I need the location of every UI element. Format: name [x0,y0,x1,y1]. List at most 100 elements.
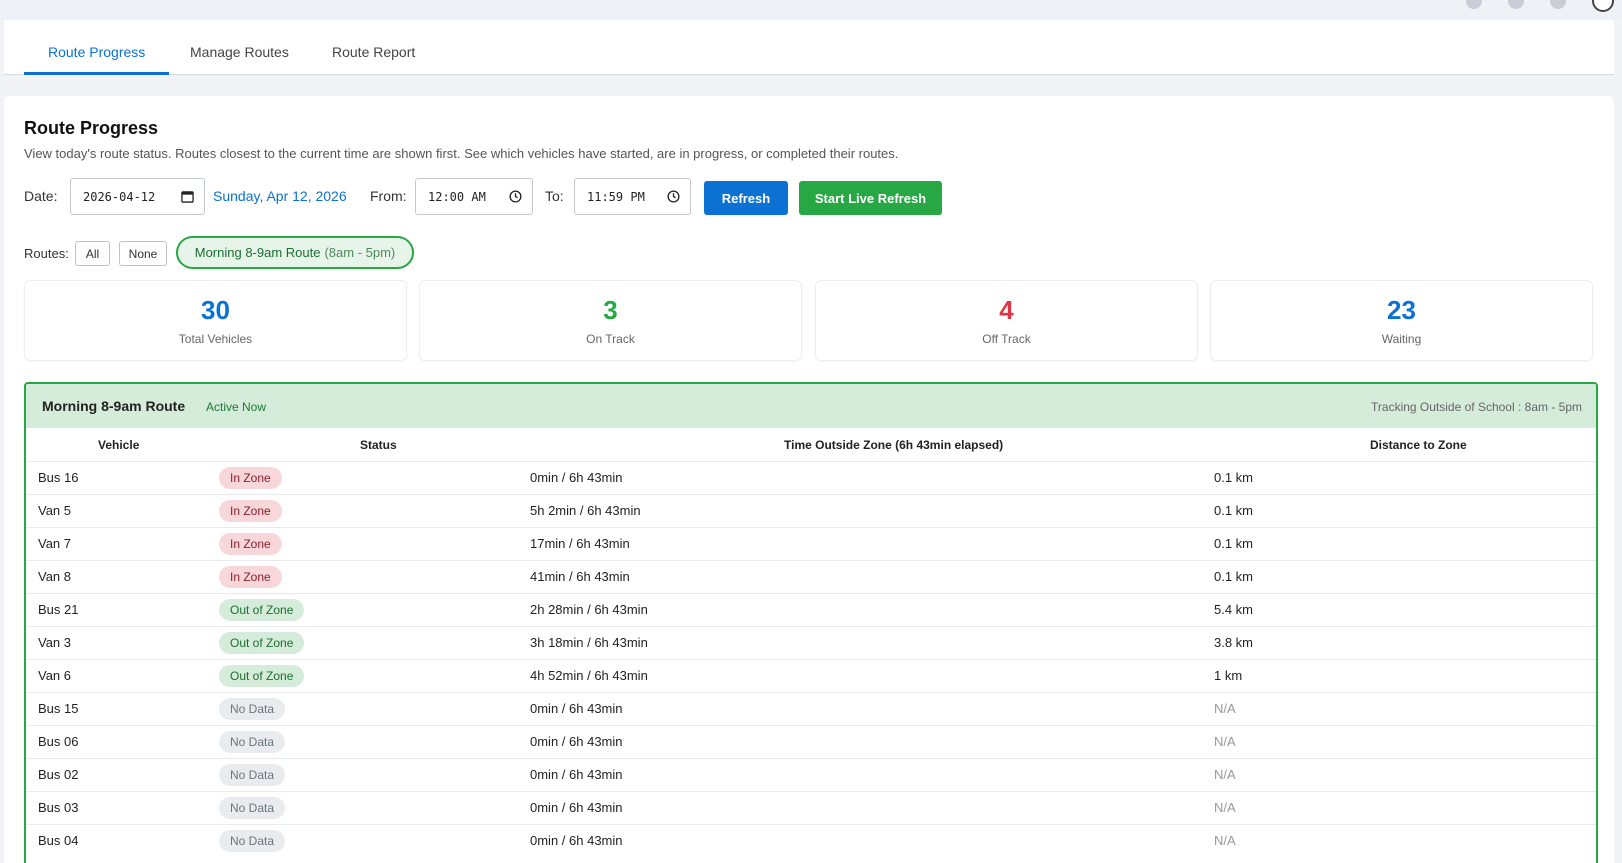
tab-bar: Route Progress Manage Routes Route Repor… [4,20,1614,75]
time-outside-zone: 41min / 6h 43min [530,569,630,584]
table-row: Bus 15 No Data 0min / 6h 43min N/A [26,692,1596,725]
notification-icon[interactable] [1466,0,1482,9]
stat-card-on-track: 3 On Track [419,280,802,361]
date-long-display: Sunday, Apr 12, 2026 [213,188,347,204]
time-outside-zone: 0min / 6h 43min [530,734,623,749]
start-live-refresh-button[interactable]: Start Live Refresh [799,181,942,215]
table-row: Bus 03 No Data 0min / 6h 43min N/A [26,791,1596,824]
stat-caption: Off Track [982,332,1031,346]
chat-icon[interactable] [1508,0,1524,9]
route-header: Morning 8-9am Route Active Now Tracking … [26,384,1596,428]
clock-icon[interactable] [667,190,680,203]
date-label: Date: [24,188,58,204]
time-outside-zone: 0min / 6h 43min [530,701,623,716]
settings-icon[interactable] [1550,0,1566,9]
table-header: Vehicle Status Time Outside Zone (6h 43m… [26,428,1596,461]
status-badge: No Data [219,764,286,786]
time-outside-zone: 2h 28min / 6h 43min [530,602,648,617]
route-progress-panel: Route Progress View today's route status… [4,96,1614,863]
vehicle-table-body: Bus 16 In Zone 0min / 6h 43min 0.1 km Van 5 I… [26,461,1596,857]
select-no-routes-button[interactable]: None [119,241,167,266]
status-badge: Out of Zone [219,599,305,621]
time-outside-zone: 3h 18min / 6h 43min [530,635,648,650]
column-header-time: Time Outside Zone (6h 43min elapsed) [784,438,1004,452]
status-badge: In Zone [219,500,282,522]
status-badge: No Data [219,830,286,852]
stat-caption: Total Vehicles [178,332,253,346]
stat-card-off-track: 4 Off Track [815,280,1198,361]
vehicle-name: Van 3 [38,635,72,650]
distance-to-zone: N/A [1214,800,1236,815]
column-header-status: Status [360,438,397,452]
table-row: Van 8 In Zone 41min / 6h 43min 0.1 km [26,560,1596,593]
refresh-button[interactable]: Refresh [704,181,788,215]
time-outside-zone: 0min / 6h 43min [530,833,623,848]
stat-caption: On Track [586,332,635,346]
route-tracking-window: Tracking Outside of School : 8am - 5pm [1371,400,1582,414]
tab-route-report[interactable]: Route Report [308,20,439,75]
route-status-label: Active Now [206,400,267,414]
time-outside-zone: 0min / 6h 43min [530,470,623,485]
tab-route-progress[interactable]: Route Progress [24,20,170,75]
from-label: From: [370,188,407,204]
time-outside-zone: 0min / 6h 43min [530,767,623,782]
to-time-value: 11:59 PM [587,189,645,204]
stat-value: 3 [603,295,618,325]
top-bar [0,0,1622,20]
column-header-vehicle: Vehicle [98,438,140,452]
vehicle-name: Bus 16 [38,470,79,485]
route-name: Morning 8-9am Route [42,398,186,414]
vehicle-name: Bus 15 [38,701,79,716]
distance-to-zone: 0.1 km [1214,536,1254,551]
vehicle-name: Van 7 [38,536,72,551]
route-filter-chip[interactable]: Morning 8-9am Route (8am - 5pm) [176,236,414,269]
date-input[interactable]: 2026-04-12 [70,178,205,215]
status-badge: No Data [219,797,286,819]
from-time-value: 12:00 AM [428,189,486,204]
table-row: Van 3 Out of Zone 3h 18min / 6h 43min 3.8 k… [26,626,1596,659]
distance-to-zone: 0.1 km [1214,503,1254,518]
calendar-icon[interactable] [181,190,194,203]
route-section: Morning 8-9am Route Active Now Tracking … [24,382,1598,863]
status-badge: In Zone [219,566,282,588]
time-outside-zone: 5h 2min / 6h 43min [530,503,641,518]
top-icon-group [1466,0,1614,12]
distance-to-zone: 0.1 km [1214,470,1254,485]
date-input-value: 2026-04-12 [83,189,156,204]
vehicle-name: Van 5 [38,503,72,518]
status-badge: In Zone [219,467,282,489]
time-outside-zone: 17min / 6h 43min [530,536,630,551]
status-badge: No Data [219,698,286,720]
avatar[interactable] [1592,0,1614,12]
vehicle-name: Bus 04 [38,833,79,848]
distance-to-zone: 0.1 km [1214,569,1254,584]
page-title: Route Progress [24,118,159,138]
status-badge: Out of Zone [219,632,305,654]
routes-label: Routes: [24,246,69,261]
select-all-routes-button[interactable]: All [75,241,110,266]
vehicle-name: Van 8 [38,569,72,584]
distance-to-zone: N/A [1214,701,1236,716]
distance-to-zone: 5.4 km [1214,602,1254,617]
table-row: Van 7 In Zone 17min / 6h 43min 0.1 km [26,527,1596,560]
status-badge: No Data [219,731,286,753]
stat-card-total: 30 Total Vehicles [24,280,407,361]
distance-to-zone: 1 km [1214,668,1243,683]
to-time-input[interactable]: 11:59 PM [574,178,691,215]
vehicle-name: Bus 21 [38,602,79,617]
table-row: Bus 04 No Data 0min / 6h 43min N/A [26,824,1596,857]
distance-to-zone: N/A [1214,767,1236,782]
from-time-input[interactable]: 12:00 AM [415,178,533,215]
table-row: Van 5 In Zone 5h 2min / 6h 43min 0.1 km [26,494,1596,527]
column-header-distance: Distance to Zone [1370,438,1467,452]
status-badge: Out of Zone [219,665,305,687]
stat-caption: Waiting [1381,332,1422,346]
route-chip-hours: (8am - 5pm) [324,245,396,260]
stat-value: 23 [1387,295,1416,325]
table-row: Bus 06 No Data 0min / 6h 43min N/A [26,725,1596,758]
table-row: Van 6 Out of Zone 4h 52min / 6h 43min 1 km [26,659,1596,692]
tab-manage-routes[interactable]: Manage Routes [166,20,313,75]
route-chip-name: Morning 8-9am Route [194,245,321,260]
table-row: Bus 16 In Zone 0min / 6h 43min 0.1 km [26,461,1596,494]
clock-icon[interactable] [509,190,522,203]
